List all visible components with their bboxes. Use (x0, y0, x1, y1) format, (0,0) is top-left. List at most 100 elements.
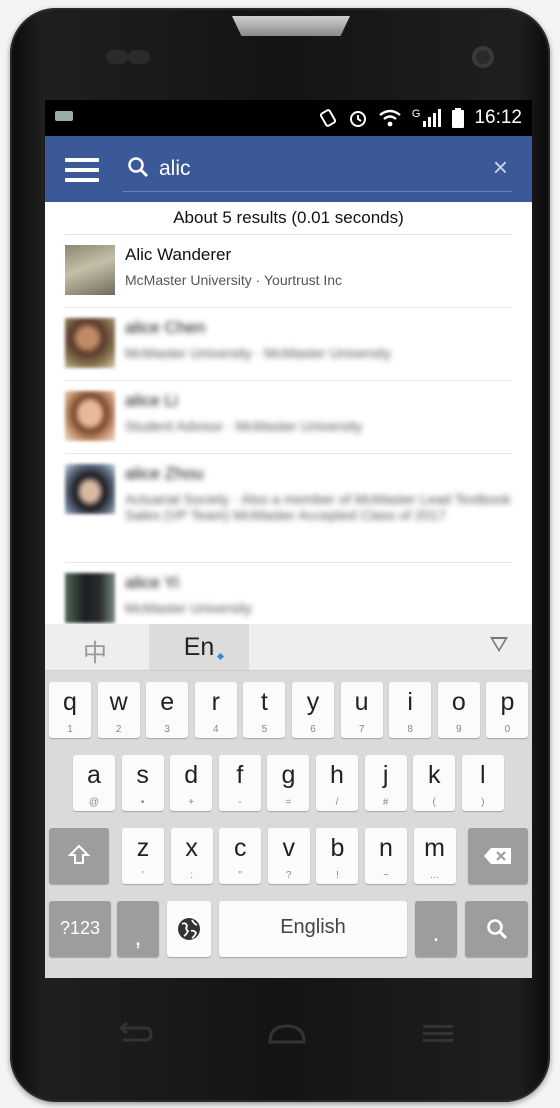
profile-thumbnail (65, 573, 115, 623)
result-subtitle: Student Advisor · McMaster University (125, 418, 363, 434)
key-k[interactable]: k( (413, 755, 456, 811)
key-j-label: j (382, 761, 389, 789)
key-e-label: e (160, 688, 175, 716)
key-h[interactable]: h / (316, 755, 358, 811)
navigation-bar (45, 990, 532, 1080)
light-sensor (128, 50, 150, 64)
language-chinese-button[interactable]: 中 (83, 633, 107, 668)
key-m-label: m (424, 834, 445, 862)
comma-key[interactable]: , (117, 901, 159, 957)
comma-key-label: , (134, 923, 142, 951)
key-w[interactable]: w2 (97, 682, 140, 738)
back-icon[interactable] (117, 1022, 155, 1044)
key-o[interactable]: o9 (437, 682, 480, 738)
key-r[interactable]: r4 (194, 682, 237, 738)
key-v[interactable]: v? (267, 828, 310, 884)
search-input[interactable] (157, 150, 461, 188)
key-i[interactable]: i8 (389, 682, 432, 738)
result-name: alice Zhou (125, 464, 204, 483)
key-p-label: p (500, 688, 515, 716)
key-v-label: v (282, 834, 296, 862)
search-icon (128, 157, 148, 177)
result-item[interactable]: Alic Wanderer McMaster University · Your… (65, 235, 512, 308)
key-t[interactable]: t5 (243, 682, 286, 738)
key-u-label: u (354, 688, 369, 716)
key-w-hint: 2 (115, 724, 122, 735)
clear-icon[interactable]: × (493, 154, 508, 180)
key-c[interactable]: c " (219, 828, 262, 884)
result-name: Alic Wanderer (125, 245, 232, 264)
key-n[interactable]: n ~ (365, 828, 407, 884)
key-z-label: z (136, 834, 150, 862)
result-item[interactable]: alice Zhou Actuarial Society · Also a me… (65, 454, 512, 563)
alarm-icon (349, 111, 366, 127)
recents-icon[interactable] (423, 1022, 453, 1044)
key-h-label: h (330, 761, 344, 789)
key-q-label: q (63, 688, 77, 716)
language-english-button[interactable]: En (149, 624, 249, 670)
key-f[interactable]: f- (218, 755, 261, 811)
key-i-label: i (407, 688, 413, 716)
space-key[interactable]: English (219, 901, 407, 957)
key-d[interactable]: d + (170, 755, 213, 811)
key-x-label: x (185, 834, 198, 862)
key-k-hint: ( (432, 797, 436, 808)
key-b[interactable]: b! (316, 828, 359, 884)
key-f-label: f (236, 761, 244, 789)
shift-icon (68, 844, 90, 864)
menu-icon[interactable] (65, 158, 99, 182)
collapse-keyboard-icon[interactable] (490, 637, 508, 652)
key-q[interactable]: q1 (49, 682, 91, 738)
result-name: alice Chen (125, 318, 206, 337)
result-item[interactable]: alice Chen McMaster University · McMaste… (65, 308, 512, 381)
profile-thumbnail (65, 245, 115, 295)
key-a[interactable]: a @ (73, 755, 115, 811)
notification-icon (55, 111, 73, 121)
key-k-label: k (427, 761, 441, 789)
result-item[interactable]: alice Li Student Advisor · McMaster Univ… (65, 381, 512, 454)
key-g[interactable]: g = (267, 755, 310, 811)
key-h-hint: / (335, 797, 339, 808)
status-icons: G 16:12 (318, 107, 522, 129)
key-a-label: a (87, 761, 101, 789)
key-t-label: t (260, 688, 268, 716)
key-y-label: y (306, 688, 320, 716)
key-l-label: l (480, 761, 486, 789)
signal-icon (423, 109, 442, 127)
result-name: alice Yi (125, 573, 179, 592)
profile-thumbnail (65, 464, 115, 514)
space-key-label: English (280, 916, 346, 938)
battery-icon (452, 108, 465, 128)
symbols-key[interactable]: ?123 (49, 901, 111, 957)
key-o-hint: 9 (456, 724, 462, 735)
key-t-hint: 5 (261, 724, 268, 735)
key-a-hint: @ (88, 797, 100, 808)
profile-thumbnail (65, 391, 115, 441)
key-c-hint: " (238, 870, 242, 881)
key-j[interactable]: j # (364, 755, 407, 811)
key-z[interactable]: z ' (122, 828, 164, 884)
key-b-hint: ! (336, 870, 339, 881)
key-j-hint: # (382, 797, 389, 808)
result-subtitle: McMaster University · McMaster Universit… (125, 345, 392, 361)
key-p[interactable]: p0 (486, 682, 529, 738)
app-bar: × (45, 136, 532, 202)
period-key[interactable]: . (415, 901, 457, 957)
key-x[interactable]: x: (170, 828, 213, 884)
shift-key[interactable] (49, 828, 109, 884)
key-m[interactable]: m… (413, 828, 456, 884)
home-icon[interactable] (267, 1022, 307, 1044)
key-l[interactable]: l) (461, 755, 504, 811)
key-y[interactable]: y6 (292, 682, 334, 738)
globe-icon (178, 918, 200, 940)
proximity-sensor (106, 50, 128, 64)
search-key[interactable] (465, 901, 528, 957)
globe-key[interactable] (167, 901, 211, 957)
symbols-key-label: ?123 (59, 918, 101, 938)
backspace-key[interactable] (468, 828, 528, 884)
key-e[interactable]: e3 (146, 682, 189, 738)
result-name: alice Li (125, 391, 178, 410)
key-s[interactable]: s • (121, 755, 164, 811)
key-p-hint: 0 (504, 724, 511, 735)
key-u[interactable]: u7 (340, 682, 383, 738)
